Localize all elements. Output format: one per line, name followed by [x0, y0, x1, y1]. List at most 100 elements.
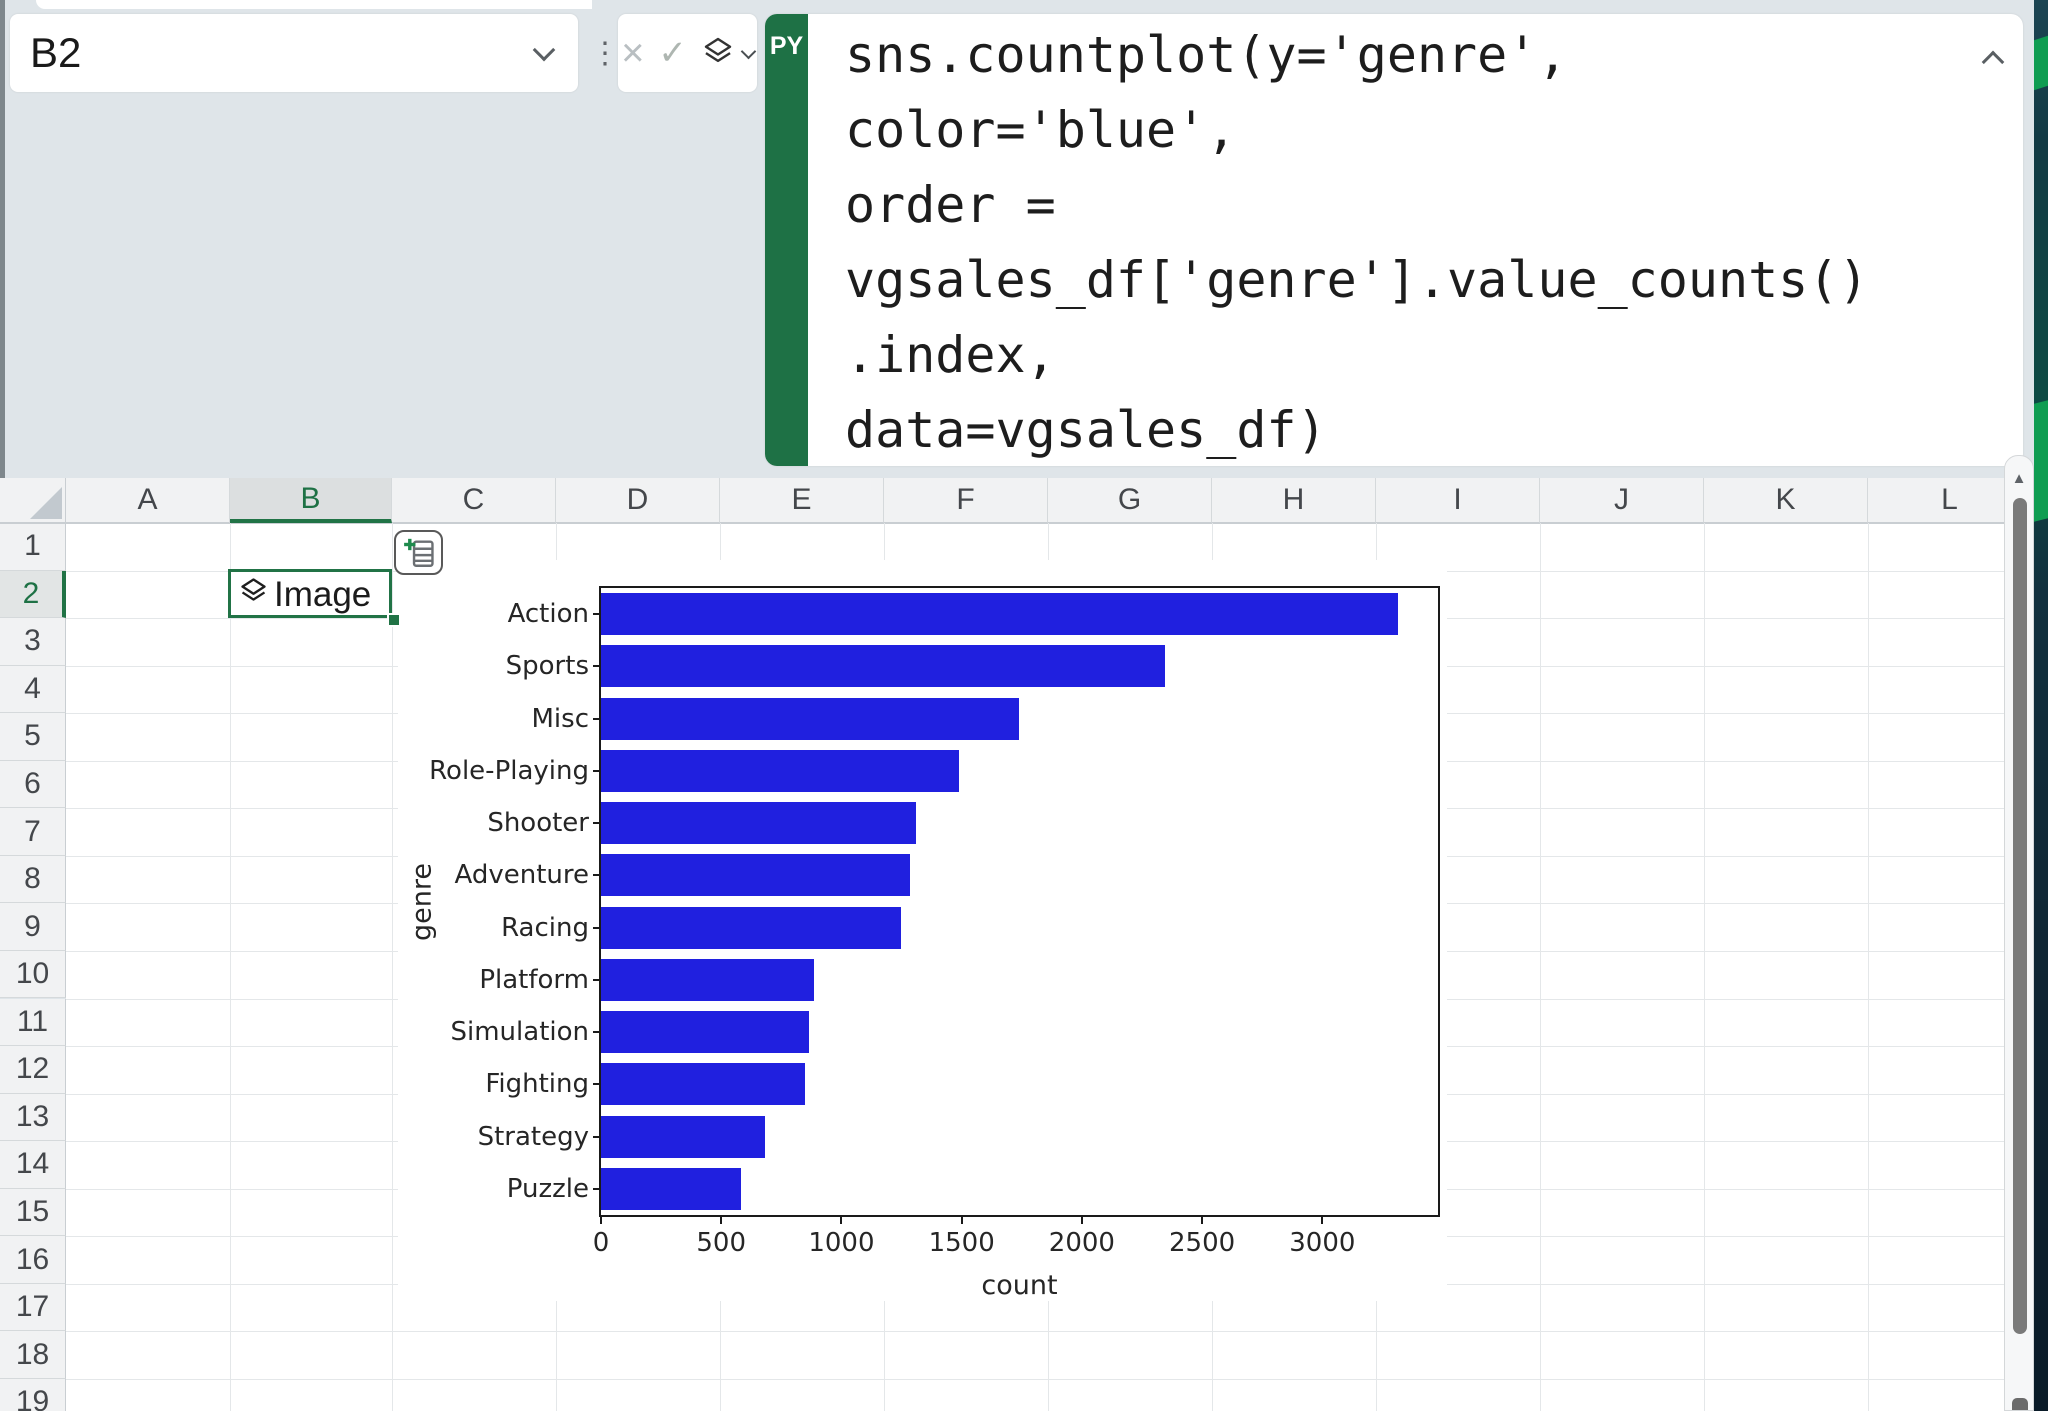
grid-line: [1540, 523, 1541, 1411]
cell-reference: B2: [10, 29, 536, 77]
category-label: Fighting: [409, 1069, 589, 1099]
python-badge: PY: [765, 14, 808, 466]
chevron-down-icon[interactable]: [533, 39, 556, 62]
x-axis-label: count: [960, 1270, 1080, 1301]
row-header-1[interactable]: 1: [0, 523, 66, 571]
y-tick-mark: [593, 770, 601, 772]
chart-bar: [601, 593, 1398, 635]
x-tick-label: 1500: [892, 1228, 1032, 1258]
row-header-16[interactable]: 16: [0, 1236, 66, 1284]
cell-value: Image: [274, 575, 371, 615]
fill-handle[interactable]: [387, 613, 401, 627]
grid-line: [230, 523, 231, 1411]
row-header-5[interactable]: 5: [0, 713, 66, 761]
row-header-8[interactable]: 8: [0, 856, 66, 904]
select-all-corner[interactable]: [0, 478, 66, 523]
excel-window: B2 ⋮ × ✓ PY sns.countplot(y='genre',colo…: [0, 0, 2048, 1411]
x-tick-mark: [1201, 1215, 1203, 1224]
code-line: color='blue',: [845, 93, 1963, 168]
row-header-13[interactable]: 13: [0, 1094, 66, 1142]
name-box[interactable]: B2: [10, 14, 578, 92]
code-line: data=vgsales_df): [845, 393, 1963, 468]
desktop-accent: [2034, 400, 2048, 521]
scrollbar-thumb[interactable]: [2013, 498, 2027, 1334]
cancel-icon[interactable]: ×: [621, 33, 644, 73]
collapse-formula-bar-icon[interactable]: [1982, 51, 2005, 74]
x-tick-label: 2000: [1012, 1228, 1152, 1258]
x-tick-mark: [1321, 1215, 1323, 1224]
category-label: Action: [409, 599, 589, 629]
ribbon-bottom-edge: [36, 0, 592, 9]
row-header-3[interactable]: 3: [0, 618, 66, 666]
column-header-C[interactable]: C: [392, 478, 556, 523]
row-header-9[interactable]: 9: [0, 903, 66, 951]
chart-bar: [601, 854, 910, 896]
chart-bar: [601, 1168, 741, 1210]
desktop-accent: [2034, 36, 2048, 91]
row-header-4[interactable]: 4: [0, 666, 66, 714]
active-cell-content: Image: [238, 571, 388, 618]
y-tick-mark: [593, 613, 601, 615]
window-left-edge: [0, 0, 5, 478]
column-header-D[interactable]: D: [556, 478, 720, 523]
x-tick-label: 0: [531, 1228, 671, 1258]
layers-icon: [238, 575, 269, 615]
row-header-14[interactable]: 14: [0, 1141, 66, 1189]
vertical-scrollbar[interactable]: ▲: [2004, 455, 2034, 1411]
chart-bar: [601, 1116, 765, 1158]
row-header-10[interactable]: 10: [0, 951, 66, 999]
code-line: sns.countplot(y='genre',: [845, 18, 1963, 93]
scroll-up-icon[interactable]: ▲: [2005, 470, 2033, 487]
column-header-J[interactable]: J: [1540, 478, 1704, 523]
chart-bar: [601, 1011, 809, 1053]
chart-bar: [601, 698, 1019, 740]
column-header-A[interactable]: A: [66, 478, 230, 523]
column-header-G[interactable]: G: [1048, 478, 1212, 523]
row-header-6[interactable]: 6: [0, 761, 66, 809]
grid-line: [392, 523, 393, 1411]
layers-icon[interactable]: [701, 34, 735, 73]
code-line: order =: [845, 168, 1963, 243]
column-header-K[interactable]: K: [1704, 478, 1868, 523]
chevron-down-icon[interactable]: [741, 43, 757, 59]
row-header-15[interactable]: 15: [0, 1189, 66, 1237]
row-header-2[interactable]: 2: [0, 571, 66, 619]
y-tick-mark: [593, 1031, 601, 1033]
chart-image[interactable]: ActionSportsMiscRole-PlayingShooterAdven…: [398, 560, 1447, 1301]
chart-bar: [601, 802, 916, 844]
y-tick-mark: [593, 1083, 601, 1085]
row-header-7[interactable]: 7: [0, 808, 66, 856]
code-line: vgsales_df['genre'].value_counts(): [845, 243, 1963, 318]
chart-bar: [601, 645, 1165, 687]
grid-line: [0, 523, 2032, 524]
x-tick-label: 3000: [1252, 1228, 1392, 1258]
column-header-H[interactable]: H: [1212, 478, 1376, 523]
y-axis-label: genre: [407, 863, 438, 941]
category-label: Sports: [409, 651, 589, 681]
category-label: Puzzle: [409, 1174, 589, 1204]
x-tick-label: 500: [651, 1228, 791, 1258]
row-header-18[interactable]: 18: [0, 1331, 66, 1379]
grid-line: [66, 1331, 2032, 1332]
category-label: Shooter: [409, 808, 589, 838]
x-tick-mark: [600, 1215, 602, 1224]
formula-code-editor[interactable]: sns.countplot(y='genre',color='blue',ord…: [845, 18, 1963, 468]
y-tick-mark: [593, 927, 601, 929]
insert-data-button[interactable]: [394, 530, 443, 575]
formula-bar[interactable]: PY sns.countplot(y='genre',color='blue',…: [765, 14, 2023, 466]
row-header-12[interactable]: 12: [0, 1046, 66, 1094]
column-header-F[interactable]: F: [884, 478, 1048, 523]
column-header-E[interactable]: E: [720, 478, 884, 523]
confirm-icon[interactable]: ✓: [658, 36, 687, 70]
insert-data-icon: [402, 536, 436, 570]
row-header-11[interactable]: 11: [0, 999, 66, 1047]
row-header-19[interactable]: 19: [0, 1379, 66, 1411]
column-header-I[interactable]: I: [1376, 478, 1540, 523]
column-header-B[interactable]: B: [230, 478, 392, 523]
row-header-17[interactable]: 17: [0, 1284, 66, 1332]
chart-bar: [601, 907, 901, 949]
scroll-down-icon[interactable]: [2012, 1398, 2028, 1410]
overflow-dots-icon[interactable]: ⋮: [596, 14, 614, 92]
grid-line: [66, 1379, 2032, 1380]
chart-bar: [601, 959, 814, 1001]
